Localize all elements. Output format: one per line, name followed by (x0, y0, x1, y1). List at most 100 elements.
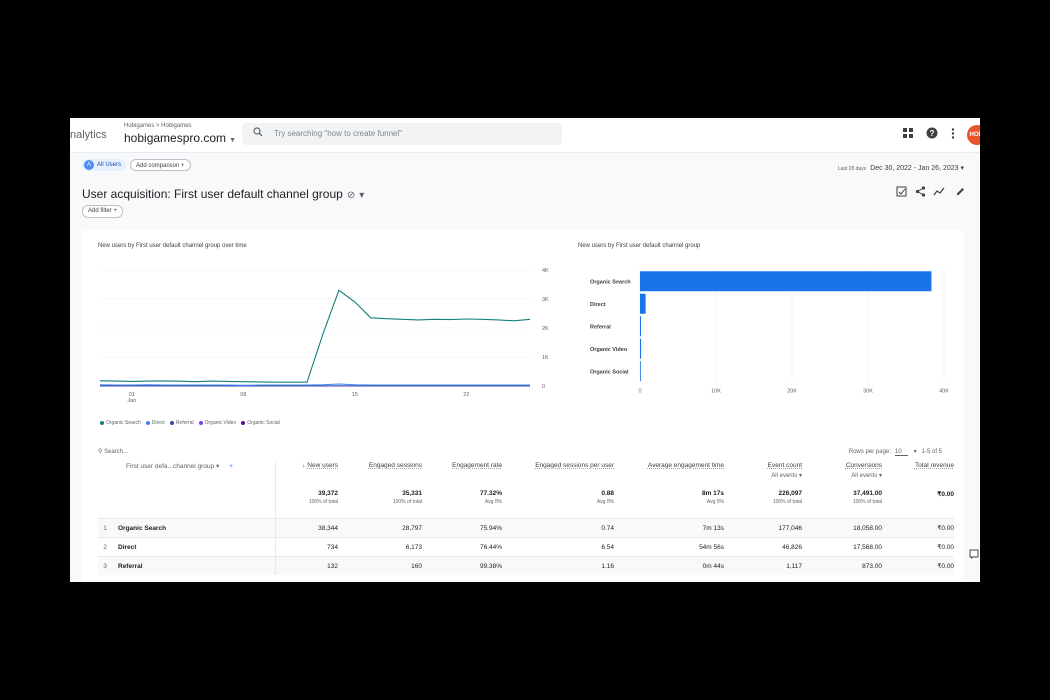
bar-category-label: Organic Search (590, 279, 631, 285)
col-label: Conversions (845, 462, 882, 469)
customize-report-icon[interactable] (896, 186, 907, 197)
line-chart[interactable]: 01K2K3K4K01Jan08 15 22 (82, 258, 562, 420)
col-header-engaged-sessions[interactable]: Engaged sessions (338, 462, 422, 490)
search-bar[interactable]: Try searching "how to create funnel" (242, 123, 562, 145)
row-dimension[interactable]: Referral (112, 556, 276, 575)
chevron-down-icon[interactable]: ▾ (914, 449, 917, 455)
legend-label: Referral (175, 420, 194, 426)
property-selector[interactable]: hobigamespro.com ▼ (124, 131, 236, 145)
insights-icon[interactable] (933, 186, 945, 197)
dimension-header[interactable]: First user defa...channel group ▾ + (98, 462, 276, 490)
row-index: 1 (98, 518, 112, 538)
cell: 7m 13s (614, 518, 724, 538)
total-value: 77.32% (479, 490, 502, 497)
caret-down-icon[interactable]: ▾ (359, 190, 364, 201)
share-icon[interactable] (915, 186, 926, 197)
legend-swatch (198, 420, 203, 425)
table-row[interactable]: 3 Referral 132 160 99.38% 1.16 0m 44s 1,… (98, 556, 954, 575)
legend-item[interactable]: Organic Social (241, 420, 280, 426)
bar-category-label: Direct (590, 302, 606, 308)
bar-chart-title: New users by First user default channel … (578, 243, 701, 249)
col-header-sessions-per-user[interactable]: Engaged sessions per user (502, 462, 614, 490)
more-vert-icon[interactable] (951, 128, 955, 139)
add-filter-button[interactable]: Add filter + (82, 205, 123, 218)
table-search[interactable]: ⚲ Search... (98, 448, 128, 455)
legend-label: Organic Search (106, 420, 141, 426)
segment-badge: A (84, 160, 94, 170)
cell: 1.16 (502, 556, 614, 575)
cell: 132 (275, 556, 338, 575)
col-header-new-users[interactable]: ↓ New users (276, 462, 338, 490)
report-title: User acquisition: First user default cha… (82, 187, 343, 201)
total-value: 39,372 (318, 490, 338, 497)
caret-down-icon: ▾ (960, 165, 964, 172)
total-sub: 100% of total (308, 499, 338, 505)
cell: 18,058.00 (802, 518, 882, 538)
segment-chip[interactable]: A All Users (82, 159, 127, 171)
legend-item[interactable]: Organic Search (100, 420, 141, 426)
total-sub: 100% of total (392, 499, 422, 505)
cell: 734 (275, 537, 338, 557)
edit-icon[interactable] (955, 186, 966, 197)
legend-label: Organic Social (247, 420, 280, 426)
table-row[interactable]: 2 Direct 734 6,173 76.44% 6.54 54m 56s 4… (98, 537, 954, 557)
account-breadcrumb[interactable]: Hobigames > Hobigames (124, 123, 192, 129)
conversion-filter-select[interactable]: All events ▾ (802, 472, 882, 479)
total-cell: 39,372 100% of total (276, 490, 338, 519)
feedback-icon[interactable] (968, 548, 980, 560)
row-index: 2 (98, 537, 112, 557)
rows-per-page-select[interactable]: 10 (894, 449, 908, 456)
bar-direct (640, 293, 646, 314)
help-icon[interactable]: ? (926, 127, 938, 139)
cell: 46,826 (724, 537, 802, 557)
caret-down-icon: ▾ (215, 463, 220, 470)
table-search-placeholder: Search... (104, 449, 129, 455)
event-filter-select[interactable]: All events ▾ (724, 472, 802, 479)
plus-icon: + (113, 208, 117, 214)
add-comparison-label: Add comparison (136, 163, 180, 169)
cell: 17,568.00 (802, 537, 882, 557)
add-dimension-icon[interactable]: + (229, 463, 233, 470)
legend-item[interactable]: Referral (169, 420, 194, 426)
cell: 873.00 (802, 556, 882, 575)
row-index: 3 (98, 556, 112, 575)
table-header-row: First user defa...channel group ▾ + ↓ Ne… (98, 462, 954, 490)
line-chart-title: New users by First user default channel … (98, 243, 247, 249)
col-header-conversions[interactable]: Conversions All events ▾ (802, 462, 882, 490)
analytics-app: nalytics Hobigames > Hobigames hobigames… (70, 118, 980, 582)
bar-organic-video (640, 338, 642, 359)
legend-item[interactable]: Direct (145, 420, 165, 426)
caret-down-icon: ▼ (229, 137, 236, 144)
col-header-total-revenue[interactable]: Total revenue (882, 462, 954, 490)
add-comparison-button[interactable]: Add comparison + (130, 159, 191, 171)
date-range-label: Last 28 days (837, 166, 867, 172)
col-header-avg-engagement[interactable]: Average engagement time (614, 462, 724, 490)
y-tick-label: 3K (542, 297, 549, 303)
bar-chart[interactable]: 0 10K 20K 30K 40K Organic Search Direct Referra… (572, 258, 958, 408)
pagination: Rows per page: 10 ▾ 1-5 of 5 (849, 448, 942, 456)
legend-label: Organic Video (204, 420, 237, 426)
apps-grid-icon[interactable] (903, 128, 913, 138)
legend-item[interactable]: Organic Video (198, 420, 237, 426)
col-header-event-count[interactable]: Event count All events ▾ (724, 462, 802, 490)
row-dimension[interactable]: Organic Search (112, 518, 276, 538)
row-dimension[interactable]: Direct (112, 537, 276, 557)
total-cell: 8m 17s Avg 0% (614, 490, 724, 519)
col-label: Engagement rate (452, 462, 502, 469)
total-cell: 0.88 Avg 0% (502, 490, 614, 519)
cell: 54m 56s (614, 537, 724, 557)
x-tick-label: 30K (863, 389, 873, 395)
report-card: New users by First user default channel … (82, 230, 964, 582)
total-value: 0.88 (601, 490, 614, 497)
total-cell: 77.32% Avg 0% (422, 490, 502, 519)
total-cell: 35,331 100% of total (338, 490, 422, 519)
cell: 6,173 (338, 537, 422, 557)
col-header-engagement-rate[interactable]: Engagement rate (422, 462, 502, 490)
table-row[interactable]: 1 Organic Search 38,344 28,797 75.94% 0.… (98, 518, 954, 538)
add-filter-label: Add filter (88, 208, 112, 214)
avatar[interactable]: HOBI (967, 125, 980, 145)
total-value: 37,491.00 (853, 490, 882, 497)
x-tick-label: 0 (638, 389, 641, 395)
cell: 177,046 (724, 518, 802, 538)
date-range-picker[interactable]: Last 28 days Dec 30, 2022 - Jan 26, 2023 … (838, 164, 964, 172)
